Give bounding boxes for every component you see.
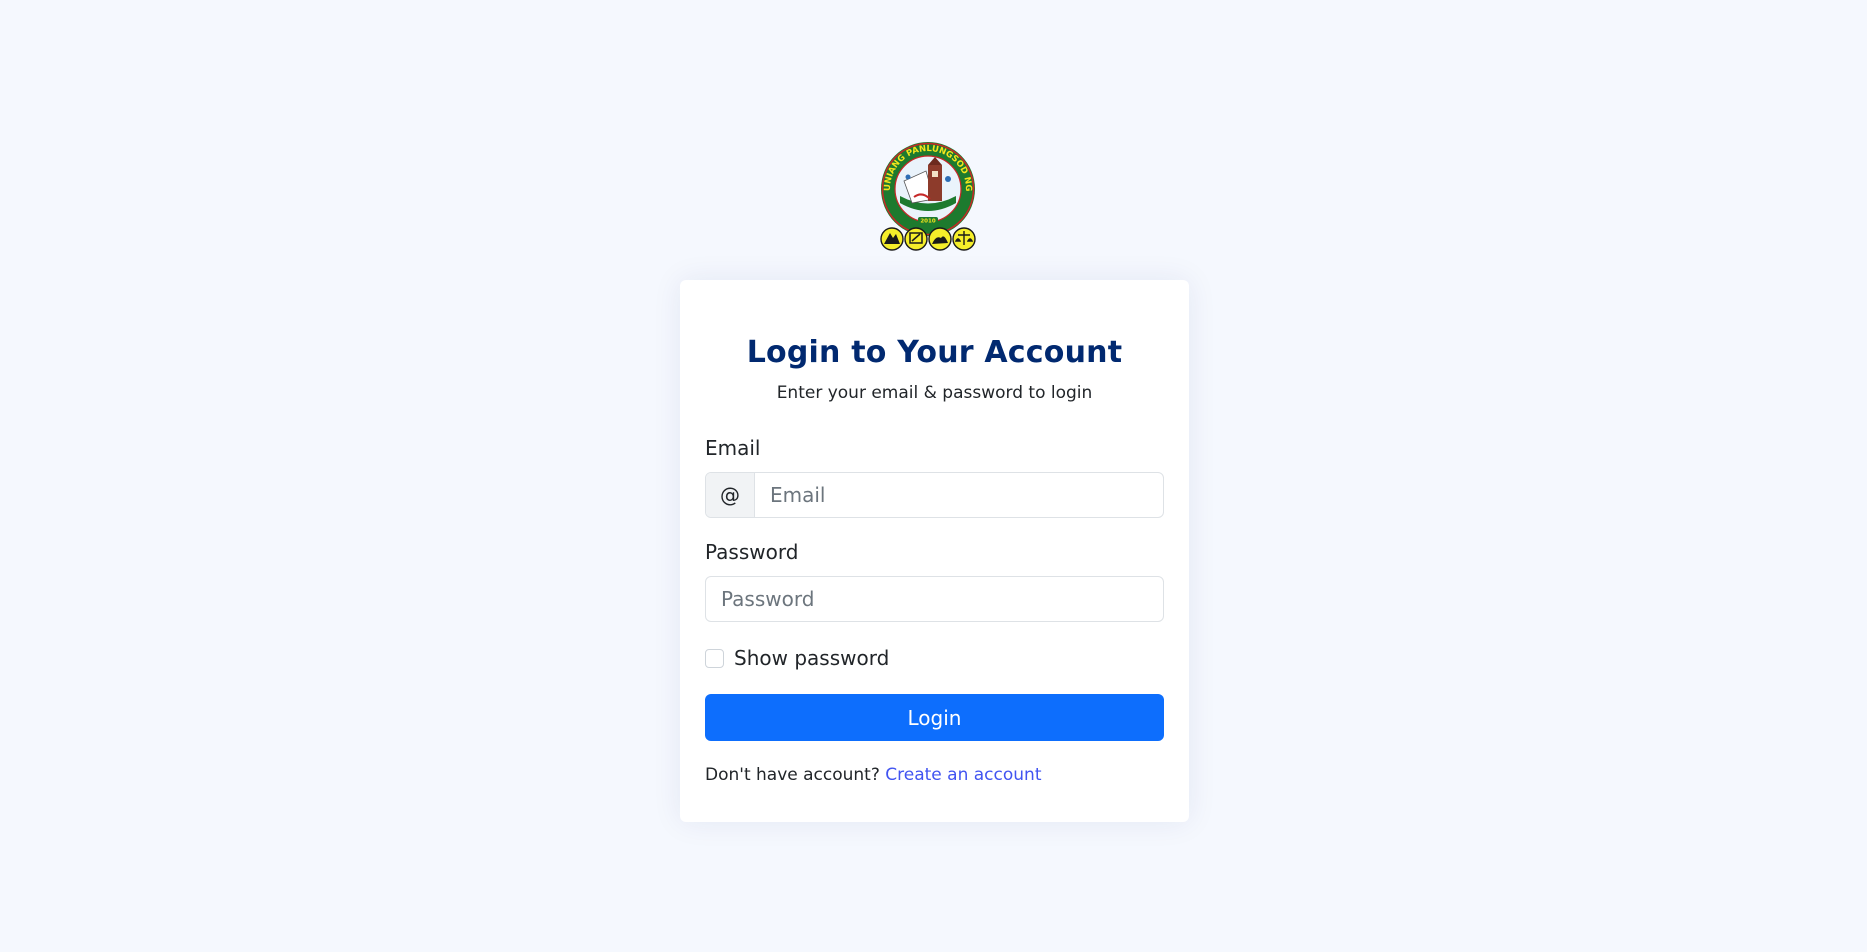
at-sign-icon: @ <box>706 473 755 517</box>
show-password-row: Show password <box>705 644 1164 672</box>
show-password-checkbox[interactable] <box>705 648 724 668</box>
login-card: Login to Your Account Enter your email &… <box>680 280 1189 822</box>
password-label: Password <box>705 540 799 564</box>
signup-row: Don't have account? Create an account <box>705 763 1164 787</box>
password-input[interactable] <box>705 576 1164 622</box>
email-input-group: @ <box>705 472 1164 518</box>
create-account-link[interactable]: Create an account <box>885 765 1041 785</box>
email-input[interactable] <box>755 473 1163 517</box>
show-password-label[interactable]: Show password <box>734 646 889 670</box>
login-button[interactable]: Login <box>705 694 1164 741</box>
login-subtitle: Enter your email & password to login <box>776 383 1093 403</box>
city-seal-logo: SANGGUNIANG PANLUNGSOD NG BIÑAN 2010 <box>878 141 978 253</box>
svg-text:2010: 2010 <box>920 219 935 225</box>
email-label: Email <box>705 436 761 460</box>
login-page: SANGGUNIANG PANLUNGSOD NG BIÑAN 2010 <box>0 0 1867 952</box>
signup-prompt: Don't have account? <box>705 765 880 785</box>
login-title: Login to Your Account <box>746 335 1123 370</box>
